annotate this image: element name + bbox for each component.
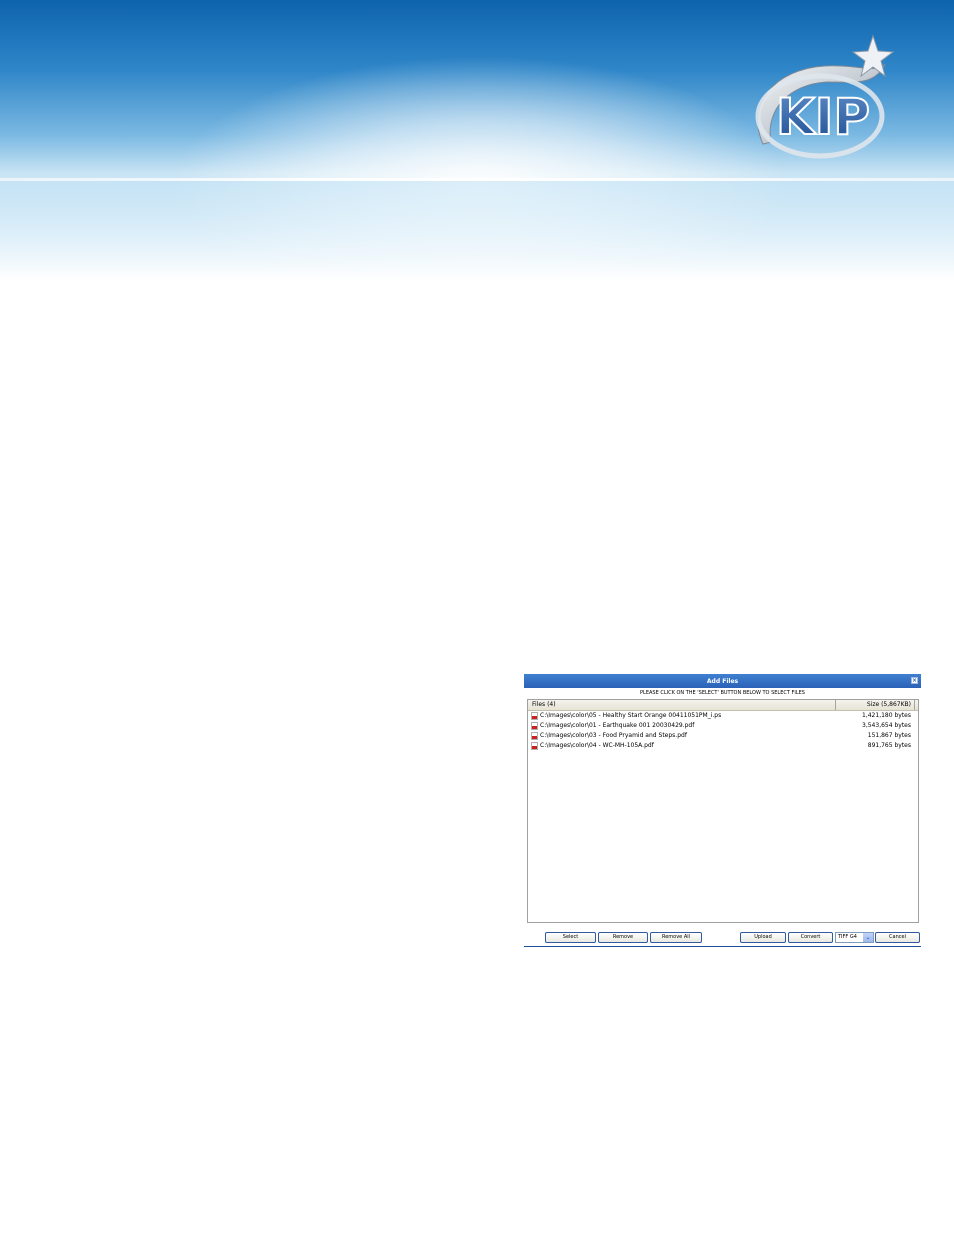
pdf-file-icon	[531, 742, 538, 750]
file-size: 891,765 bytes	[867, 742, 911, 749]
file-size: 1,421,180 bytes	[862, 712, 911, 719]
column-divider[interactable]	[914, 700, 915, 710]
kip-logo-icon: KIP	[755, 34, 895, 159]
dropdown-arrow-icon[interactable]: ⌄	[863, 933, 873, 942]
banner-lower-fade	[0, 181, 954, 280]
size-column-header[interactable]: Size (5,867KB)	[836, 701, 911, 709]
file-name: C:\Images\color\01 - Earthquake 001 2003…	[540, 722, 695, 729]
pdf-file-icon	[531, 722, 538, 730]
dialog-title: Add Files	[706, 677, 739, 685]
header-banner: KIP	[0, 0, 954, 280]
file-size: 151,867 bytes	[867, 732, 911, 739]
dialog-bottom-rule	[524, 946, 921, 947]
file-name: C:\Images\color\03 - Food Pryamid and St…	[540, 732, 687, 739]
dialog-button-bar: Select Remove Remove All Upload Convert …	[524, 932, 921, 944]
file-row[interactable]: C:\Images\color\05 - Healthy Start Orang…	[528, 711, 918, 721]
format-select[interactable]: TIFF G4 ⌄	[835, 932, 874, 943]
upload-button[interactable]: Upload	[740, 932, 786, 943]
format-select-value: TIFF G4	[838, 934, 857, 940]
file-name: C:\Images\color\05 - Healthy Start Orang…	[540, 712, 722, 719]
ps-file-icon	[531, 712, 538, 720]
remove-button[interactable]: Remove	[598, 932, 648, 943]
file-row[interactable]: C:\Images\color\01 - Earthquake 001 2003…	[528, 721, 918, 731]
file-name: C:\Images\color\04 - WC-MH-105A.pdf	[540, 742, 654, 749]
kip-logo-text: KIP	[776, 88, 870, 146]
remove-all-button[interactable]: Remove All	[650, 932, 702, 943]
file-row[interactable]: C:\Images\color\03 - Food Pryamid and St…	[528, 731, 918, 741]
select-button[interactable]: Select	[545, 932, 596, 943]
pdf-file-icon	[531, 732, 538, 740]
file-row[interactable]: C:\Images\color\04 - WC-MH-105A.pdf 891,…	[528, 741, 918, 751]
cancel-button[interactable]: Cancel	[875, 932, 920, 943]
files-column-header[interactable]: Files (4)	[532, 701, 556, 709]
file-list[interactable]: Files (4) Size (5,867KB) C:\Images\color…	[527, 699, 919, 923]
dialog-title-bar[interactable]: Add Files ×	[524, 674, 921, 688]
file-list-header: Files (4) Size (5,867KB)	[528, 700, 918, 711]
close-icon[interactable]: ×	[911, 677, 918, 684]
convert-button[interactable]: Convert	[788, 932, 833, 943]
add-files-dialog: Add Files × PLEASE CLICK ON THE 'SELECT'…	[524, 674, 921, 948]
select-instruction: PLEASE CLICK ON THE 'SELECT' BUTTON BELO…	[640, 690, 805, 696]
file-size: 3,543,654 bytes	[862, 722, 911, 729]
